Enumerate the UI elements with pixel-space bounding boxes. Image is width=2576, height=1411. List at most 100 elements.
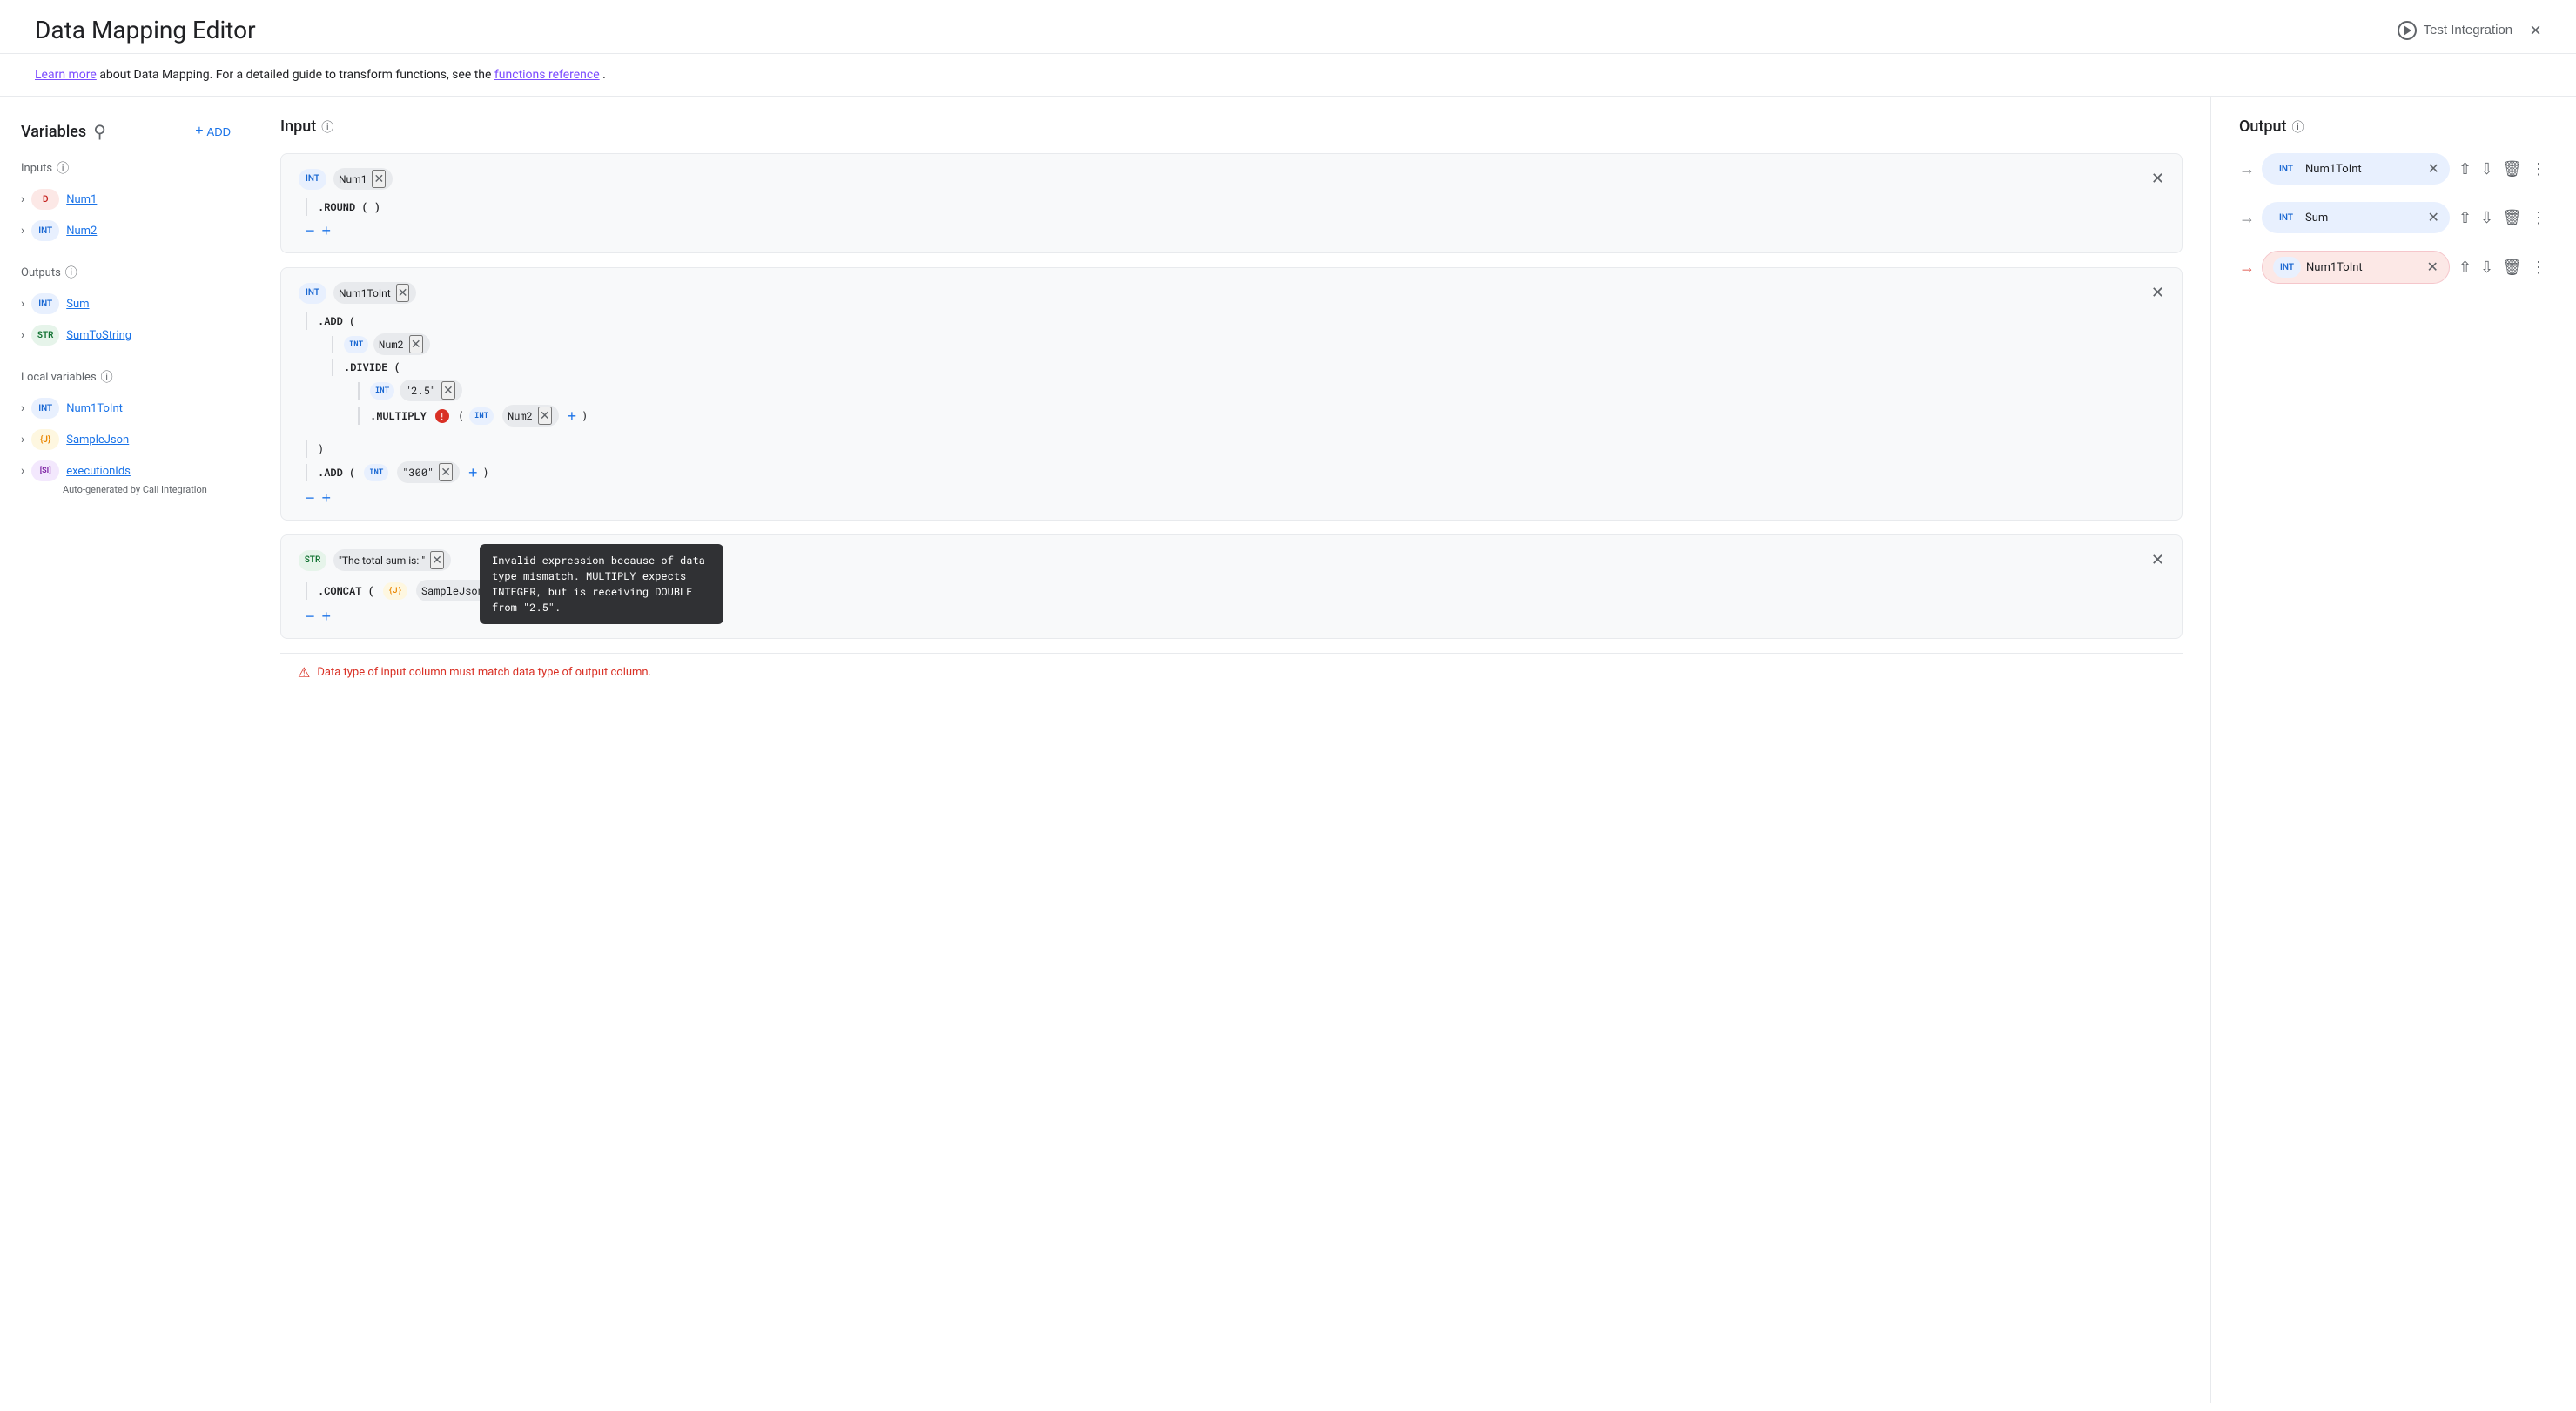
- local-vars-info-icon[interactable]: ⓘ: [101, 368, 113, 386]
- info-period: .: [602, 68, 606, 82]
- output-chip-close-2[interactable]: ✕: [2428, 209, 2439, 226]
- arrow-icon-1: →: [2239, 160, 2255, 178]
- error-bar-message: Data type of input column must match dat…: [317, 666, 651, 679]
- play-icon: [2398, 21, 2417, 40]
- var-name-executionids[interactable]: executionIds: [66, 465, 131, 478]
- var-name-sumtostring[interactable]: SumToString: [66, 329, 131, 342]
- input-card-num1toint: INT Num1ToInt ✕ ✕ .ADD ( INT Nu: [280, 267, 2183, 521]
- info-text: about Data Mapping. For a detailed guide…: [99, 68, 494, 82]
- inputs-section-label: Inputs ⓘ: [21, 159, 231, 177]
- local-vars-label: Local variables: [21, 371, 97, 384]
- inputs-info-icon[interactable]: ⓘ: [57, 159, 69, 177]
- learn-more-link[interactable]: Learn more: [35, 68, 97, 82]
- chip-label-samplejson: SampleJson: [421, 584, 484, 598]
- error-bar-icon: ⚠: [298, 664, 310, 681]
- code-line-round: .ROUND ( ): [306, 198, 2164, 216]
- chip-label-num1toint: Num1ToInt: [339, 287, 391, 299]
- type-badge-int: INT: [2273, 257, 2301, 278]
- var-item-sum[interactable]: › INT Sum: [21, 288, 231, 319]
- type-badge-str: STR: [31, 325, 59, 346]
- var-name-samplejson[interactable]: SampleJson: [66, 433, 129, 447]
- test-integration-label: Test Integration: [2424, 23, 2513, 37]
- code-block-num1: .ROUND ( ): [299, 198, 2164, 216]
- remove-line-button3[interactable]: −: [306, 608, 315, 624]
- delete-button-3[interactable]: 🗑: [2500, 257, 2524, 279]
- chip-close-25[interactable]: ✕: [441, 381, 455, 400]
- type-badge-int-25: INT: [370, 382, 394, 400]
- add-multiply-arg-button[interactable]: +: [568, 408, 577, 424]
- chip-close-num1toint[interactable]: ✕: [396, 284, 410, 302]
- add-line-button2[interactable]: +: [322, 490, 332, 506]
- chevron-icon: ›: [21, 297, 24, 311]
- outputs-info-icon[interactable]: ⓘ: [65, 264, 77, 281]
- add-line-button[interactable]: +: [322, 223, 332, 239]
- type-badge-int: INT: [299, 169, 326, 190]
- var-name-num1toint[interactable]: Num1ToInt: [66, 402, 123, 415]
- page-title: Data Mapping Editor: [35, 16, 256, 44]
- code-line-divide: .DIVIDE (: [306, 359, 2164, 376]
- code-line-num2: INT Num2 ✕: [306, 333, 2164, 355]
- input-info-icon[interactable]: ⓘ: [321, 118, 333, 136]
- var-item-sumtostring[interactable]: › STR SumToString: [21, 319, 231, 351]
- card-footer-num1: − +: [299, 223, 2164, 239]
- output-chip-num1toint: INT Num1ToInt ✕: [2262, 153, 2450, 185]
- chip-close-300[interactable]: ✕: [439, 463, 453, 481]
- chip-label-num2b: Num2: [508, 409, 533, 423]
- spacer: [306, 430, 2164, 437]
- var-name-num2[interactable]: Num2: [66, 225, 97, 238]
- num1-chip: Num1 ✕: [333, 168, 393, 190]
- output-row-num1toint-2: → INT Num1ToInt ✕ ⇧ ⇩ 🗑 ⋮: [2239, 251, 2548, 284]
- card-close-sumstring[interactable]: ✕: [2151, 551, 2164, 569]
- output-panel-title: Output ⓘ: [2239, 118, 2548, 136]
- add-line-button3[interactable]: +: [322, 608, 332, 624]
- tooltip-text: Invalid expression because of data type …: [492, 554, 705, 615]
- close-button[interactable]: ×: [2530, 21, 2541, 40]
- card-close-num1[interactable]: ✕: [2151, 170, 2164, 188]
- output-chip-close-1[interactable]: ✕: [2428, 160, 2439, 178]
- add2-plus-button[interactable]: +: [468, 465, 478, 480]
- type-badge-j: {J}: [31, 429, 59, 450]
- output-info-icon[interactable]: ⓘ: [2292, 118, 2304, 136]
- code-line-multiply: .MULTIPLY ! ( INT Num2 ✕ + ) Invalid exp…: [306, 405, 2164, 427]
- var-name-num1[interactable]: Num1: [66, 193, 97, 206]
- type-badge-int-300: INT: [364, 464, 388, 481]
- functions-reference-link[interactable]: functions reference: [494, 68, 600, 82]
- chip-close-totalsum[interactable]: ✕: [430, 551, 444, 569]
- delete-button-1[interactable]: 🗑: [2500, 158, 2524, 180]
- remove-line-button2[interactable]: −: [306, 490, 315, 506]
- delete-button-2[interactable]: 🗑: [2500, 207, 2524, 229]
- var-item-num2[interactable]: › INT Num2: [21, 215, 231, 246]
- move-down-button-2[interactable]: ⇩: [2478, 207, 2495, 229]
- num1toint-chip: Num1ToInt ✕: [333, 282, 416, 304]
- output-name-sum: Sum: [2305, 212, 2423, 225]
- input-panel-title: Input ⓘ: [280, 118, 2183, 136]
- chip-close-num1[interactable]: ✕: [372, 170, 386, 188]
- move-up-button-3[interactable]: ⇧: [2457, 257, 2473, 279]
- move-up-button-1[interactable]: ⇧: [2457, 158, 2473, 180]
- var-item-num1[interactable]: › D Num1: [21, 184, 231, 215]
- var-item-executionids[interactable]: › [SI] executionIds Auto-generated by Ca…: [21, 455, 231, 501]
- card-close-num1toint[interactable]: ✕: [2151, 284, 2164, 302]
- type-badge-int: INT: [31, 220, 59, 241]
- remove-line-button[interactable]: −: [306, 223, 315, 239]
- chip-close-num2[interactable]: ✕: [409, 335, 423, 353]
- output-panel: Output ⓘ → INT Num1ToInt ✕ ⇧ ⇩ 🗑 ⋮ → INT…: [2210, 97, 2576, 1403]
- chip-25: "2.5" ✕: [400, 380, 462, 401]
- sidebar: Variables ⚲ + ADD Inputs ⓘ › D Num1 › IN…: [0, 97, 252, 1403]
- sidebar-header: Variables ⚲ + ADD: [21, 121, 231, 142]
- var-name-sum[interactable]: Sum: [66, 298, 89, 311]
- chip-close-num2b[interactable]: ✕: [538, 407, 552, 425]
- local-vars-section-label: Local variables ⓘ: [21, 368, 231, 386]
- add-variable-button[interactable]: + ADD: [195, 124, 231, 139]
- more-button-3[interactable]: ⋮: [2529, 257, 2548, 279]
- output-chip-close-3[interactable]: ✕: [2427, 259, 2438, 276]
- more-button-2[interactable]: ⋮: [2529, 207, 2548, 229]
- search-icon[interactable]: ⚲: [93, 121, 106, 142]
- test-integration-button[interactable]: Test Integration: [2398, 21, 2513, 40]
- move-down-button-1[interactable]: ⇩: [2478, 158, 2495, 180]
- var-item-num1toint[interactable]: › INT Num1ToInt: [21, 393, 231, 424]
- more-button-1[interactable]: ⋮: [2529, 158, 2548, 180]
- var-item-samplejson[interactable]: › {J} SampleJson: [21, 424, 231, 455]
- move-up-button-2[interactable]: ⇧: [2457, 207, 2473, 229]
- move-down-button-3[interactable]: ⇩: [2478, 257, 2495, 279]
